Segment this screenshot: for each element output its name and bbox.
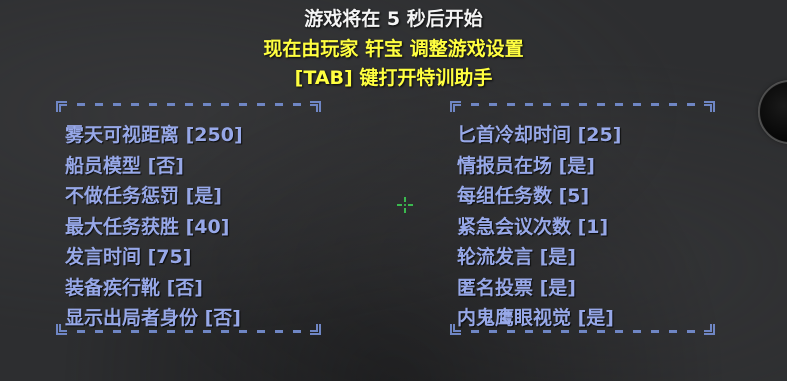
countdown-text: 游戏将在 5 秒后开始 (304, 8, 483, 30)
tab-hint-label: 键打开特训助手 (352, 67, 493, 89)
setting-task-penalty: 不做任务惩罚 [是] (65, 185, 222, 207)
setting-tasks-per-group: 每组任务数 [5] (457, 185, 590, 207)
setting-impostor-hawk-vision: 内鬼鹰眼视觉 [是] (457, 307, 614, 329)
host-text: 现在由玩家 轩宝 调整游戏设置 (263, 38, 524, 60)
setting-informant-present: 情报员在场 [是] (457, 154, 595, 177)
left-settings-list: 雾天可视距离 [250] 船员模型 [否] 不做任务惩罚 [是] 最大任务获胜 … (65, 120, 243, 334)
setting-dagger-cooldown: 匕首冷却时间 [25] (457, 124, 622, 146)
setting-emergency-meetings: 紧急会议次数 [1] (457, 215, 609, 238)
tab-hint: [TAB] 键打开特训助手 (0, 63, 787, 90)
setting-crew-model: 船员模型 [否] (65, 154, 184, 177)
right-settings-list: 匕首冷却时间 [25] 情报员在场 [是] 每组任务数 [5] 紧急会议次数 [… (457, 120, 621, 334)
left-settings-panel: 雾天可视距离 [250] 船员模型 [否] 不做任务惩罚 [是] 最大任务获胜 … (53, 98, 324, 338)
right-settings-panel: 匕首冷却时间 [25] 情报员在场 [是] 每组任务数 [5] 紧急会议次数 [… (447, 98, 718, 338)
setting-fog-distance: 雾天可视距离 [250] (65, 124, 243, 146)
crosshair-icon (397, 197, 413, 213)
setting-speech-time: 发言时间 [75] (65, 246, 192, 268)
setting-max-task-win: 最大任务获胜 [40] (65, 215, 230, 238)
tab-key-label: [TAB] (294, 67, 353, 89)
setting-turn-based-speech: 轮流发言 [是] (457, 246, 576, 268)
setting-anonymous-vote: 匿名投票 [是] (457, 276, 576, 299)
setting-speed-boots: 装备疾行靴 [否] (65, 276, 203, 299)
setting-show-eliminated-role: 显示出局者身份 [否] (65, 307, 241, 329)
